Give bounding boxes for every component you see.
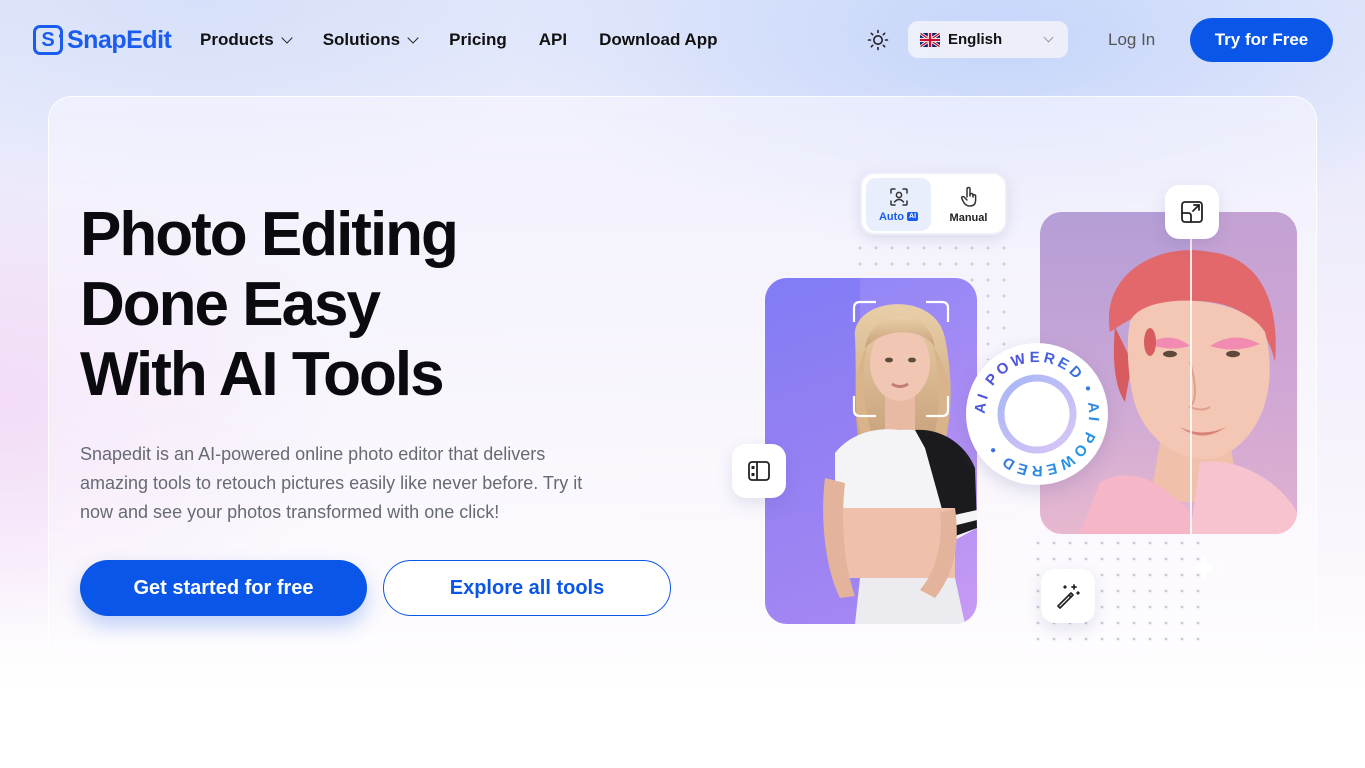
mode-manual-button[interactable]: Manual: [936, 178, 1001, 231]
mode-toggle: Auto AI Manual: [860, 172, 1007, 235]
language-select[interactable]: English: [908, 21, 1068, 58]
mode-manual-label: Manual: [949, 211, 988, 224]
nav-products[interactable]: Products: [200, 30, 293, 50]
face-detection-frame-icon: [852, 300, 950, 418]
hero-subtitle: Snapedit is an AI-powered online photo e…: [80, 444, 583, 522]
headline-line-3: With AI Tools: [80, 340, 445, 409]
snapedit-logo[interactable]: S SnapEdit: [33, 24, 172, 56]
logo-text: SnapEdit: [67, 25, 172, 54]
ai-powered-badge: AI POWERED • AI POWERED •: [966, 343, 1108, 485]
nav-solutions-label: Solutions: [322, 30, 401, 49]
site-header: S SnapEdit Products Solutions Pricing AP…: [0, 0, 1365, 80]
logo-mark-icon: S: [33, 25, 63, 55]
svg-text:AI POWERED • AI POWERED •: AI POWERED • AI POWERED •: [972, 349, 1103, 479]
sun-icon: [867, 29, 889, 51]
auto-text: Auto: [878, 210, 904, 223]
ai-powered-badge-ring: AI POWERED • AI POWERED •: [972, 349, 1103, 479]
headline-line-1: Photo Editing: [80, 200, 459, 269]
magic-wand-button[interactable]: [1041, 569, 1095, 623]
login-link[interactable]: Log In: [1108, 30, 1155, 50]
get-started-button[interactable]: Get started for free: [80, 560, 367, 616]
chevron-down-icon: [1043, 32, 1054, 43]
hand-pointer-icon: [960, 186, 976, 207]
chevron-down-icon: [281, 31, 293, 44]
mode-auto-label: Auto AI: [878, 210, 919, 223]
mode-auto-button[interactable]: Auto AI: [866, 178, 931, 231]
expand-icon: [1181, 201, 1203, 223]
explore-tools-button[interactable]: Explore all tools: [383, 560, 671, 616]
nav-download-app[interactable]: Download App: [599, 30, 717, 50]
sparkle-icon: [1190, 554, 1218, 582]
nav-products-label: Products: [200, 30, 274, 49]
compare-divider-line: [1190, 212, 1192, 534]
nav-download-app-label: Download App: [599, 30, 718, 49]
compare-button[interactable]: [732, 444, 786, 498]
magic-wand-icon: [1057, 584, 1080, 609]
badge-text: AI POWERED • AI POWERED •: [972, 349, 1100, 479]
hero-headline: Photo Editing Done Easy With AI Tools: [80, 200, 640, 410]
face-scan-icon: [889, 187, 908, 206]
compare-icon: [748, 461, 770, 481]
nav-pricing-label: Pricing: [449, 30, 507, 49]
headline-line-2: Done Easy: [80, 270, 381, 339]
try-for-free-button[interactable]: Try for Free: [1190, 18, 1333, 62]
expand-button[interactable]: [1165, 185, 1219, 239]
chevron-down-icon: [407, 31, 419, 44]
main-nav: Products Solutions Pricing API Download …: [200, 28, 749, 52]
nav-api-label: API: [538, 30, 568, 49]
ai-badge: AI: [907, 212, 919, 222]
theme-toggle-button[interactable]: [866, 28, 890, 52]
uk-flag-icon: [920, 32, 940, 47]
nav-solutions[interactable]: Solutions: [322, 30, 419, 50]
nav-api[interactable]: API: [539, 30, 567, 50]
language-label: English: [948, 31, 1003, 48]
nav-pricing[interactable]: Pricing: [449, 30, 507, 50]
